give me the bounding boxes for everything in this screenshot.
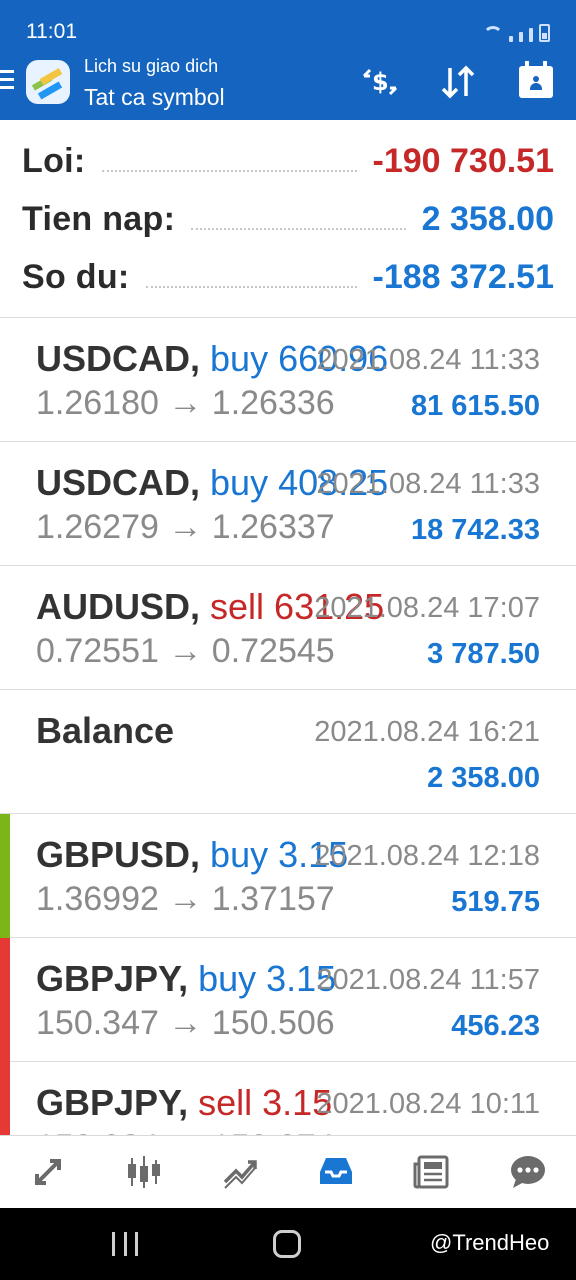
deal-row[interactable]: GBPJPY, buy 3.15 2021.08.24 11:57 150.347 … — [0, 938, 576, 1062]
deal-prices: 150.084 → 150.074 — [36, 1128, 335, 1135]
news-icon — [413, 1155, 449, 1189]
deal-status-stripe — [0, 690, 10, 814]
wifi-icon — [483, 26, 503, 42]
deal-row[interactable]: USDCAD, buy 660.96 2021.08.24 11:33 1.2618… — [0, 318, 576, 442]
deal-row[interactable]: USDCAD, buy 408.25 2021.08.24 11:33 1.2627… — [0, 442, 576, 566]
sort-icon — [441, 65, 475, 99]
currency-exchange-button[interactable]: $ — [358, 62, 402, 102]
deal-date: 2021.08.24 11:33 — [316, 468, 540, 500]
bottom-navigation — [0, 1135, 576, 1208]
nav-quotes[interactable] — [20, 1144, 76, 1200]
deal-symbol-name: Balance — [36, 710, 175, 751]
deal-profit: 2 358.00 — [427, 762, 540, 794]
top-app-bar: 11:01 Lich su giao dich Tat ca symbol $ — [0, 0, 576, 120]
profit-label: Loi: — [22, 141, 86, 180]
calendar-icon — [519, 61, 553, 98]
deal-profit: 3 787.50 — [427, 638, 540, 670]
deal-prices: 1.36992 → 1.37157 — [36, 880, 335, 918]
recents-button[interactable] — [112, 1232, 138, 1256]
deal-date: 2021.08.24 17:07 — [314, 592, 540, 624]
battery-icon — [539, 24, 550, 42]
deal-symbol: GBPJPY, buy 3.15 — [36, 958, 336, 1000]
deal-symbol: GBPJPY, sell 3.15 — [36, 1082, 332, 1124]
deal-symbol: Balance — [36, 710, 174, 752]
header-title: Lich su giao dich — [84, 56, 219, 76]
deal-status-stripe — [0, 566, 10, 690]
trade-icon — [223, 1160, 257, 1189]
summary-panel: Loi: -190 730.51 Tien nap: 2 358.00 So d… — [0, 120, 576, 318]
summary-profit-row: Loi: -190 730.51 — [22, 132, 554, 190]
currency-exchange-icon: $ — [362, 68, 398, 96]
status-time: 11:01 — [26, 20, 77, 43]
watermark: @TrendHeo — [430, 1230, 550, 1255]
deal-symbol: GBPUSD, buy 3.15 — [36, 834, 348, 876]
chat-icon — [511, 1156, 545, 1188]
profit-value: -190 730.51 — [372, 141, 555, 180]
deal-row[interactable]: GBPUSD, buy 3.15 2021.08.24 12:18 1.36992 … — [0, 814, 576, 938]
calendar-button[interactable] — [514, 61, 558, 102]
menu-icon[interactable] — [0, 70, 14, 94]
deal-date: 2021.08.24 12:18 — [314, 840, 540, 872]
deal-status-stripe — [0, 1062, 10, 1135]
history-icon — [320, 1158, 352, 1184]
deal-symbol-name: AUDUSD, — [36, 586, 201, 627]
nav-history[interactable] — [308, 1144, 364, 1200]
deal-status-stripe — [0, 442, 10, 566]
deal-row[interactable]: Balance 2021.08.24 16:21 2 358.00 — [0, 690, 576, 814]
deal-date: 2021.08.24 16:21 — [314, 716, 540, 748]
nav-trade[interactable] — [212, 1144, 268, 1200]
app-logo — [26, 60, 70, 104]
symbol-filter[interactable]: Tat ca symbol — [84, 84, 225, 111]
summary-deposit-row: Tien nap: 2 358.00 — [22, 190, 554, 248]
deal-prices: 1.26279 → 1.26337 — [36, 508, 335, 546]
deal-status-stripe — [0, 318, 10, 442]
deal-prices: 150.347 → 150.506 — [36, 1004, 335, 1042]
deposit-label: Tien nap: — [22, 199, 176, 238]
deal-row[interactable]: GBPJPY, sell 3.152021.08.24 10:11 150.084… — [0, 1062, 576, 1135]
nav-news[interactable] — [404, 1144, 460, 1200]
quotes-icon — [34, 1159, 61, 1186]
deal-symbol-name: GBPUSD, — [36, 834, 201, 875]
deal-prices: 1.26180 → 1.26336 — [36, 384, 335, 422]
deal-row[interactable]: AUDUSD, sell 631.25 2021.08.24 17:07 0.725… — [0, 566, 576, 690]
deal-prices: 0.72551 → 0.72545 — [36, 632, 335, 670]
sort-button[interactable] — [436, 62, 480, 102]
svg-text:$: $ — [372, 68, 389, 96]
deal-date: 2021.08.24 10:11 — [316, 1088, 540, 1120]
nav-chart[interactable] — [116, 1144, 172, 1200]
deal-profit: 456.23 — [451, 1010, 540, 1042]
deal-profit: 81 615.50 — [410, 390, 540, 422]
deal-profit: 519.75 — [451, 886, 540, 918]
home-button[interactable] — [273, 1230, 301, 1258]
deal-symbol-name: GBPJPY, — [36, 958, 189, 999]
deal-status-stripe — [0, 938, 10, 1062]
deals-list[interactable]: USDCAD, buy 660.96 2021.08.24 11:33 1.2618… — [0, 318, 576, 1135]
deposit-value: 2 358.00 — [421, 199, 554, 238]
deal-profit: 18 742.33 — [410, 514, 540, 546]
system-navigation-bar: @TrendHeo — [0, 1208, 576, 1280]
chart-candles-icon — [128, 1156, 160, 1188]
deal-symbol-name: USDCAD, — [36, 462, 201, 503]
status-icons — [483, 20, 550, 42]
signal-icon — [509, 36, 513, 42]
deal-symbol-name: USDCAD, — [36, 338, 201, 379]
nav-chat[interactable] — [500, 1144, 556, 1200]
balance-label: So du: — [22, 257, 130, 296]
deal-action: sell 3.15 — [198, 1082, 333, 1123]
summary-balance-row: So du: -188 372.51 — [22, 248, 554, 306]
deal-symbol-name: GBPJPY, — [36, 1082, 189, 1123]
deal-date: 2021.08.24 11:57 — [316, 964, 540, 996]
deal-date: 2021.08.24 11:33 — [316, 344, 540, 376]
balance-value: -188 372.51 — [372, 257, 555, 296]
deal-status-stripe — [0, 814, 10, 938]
